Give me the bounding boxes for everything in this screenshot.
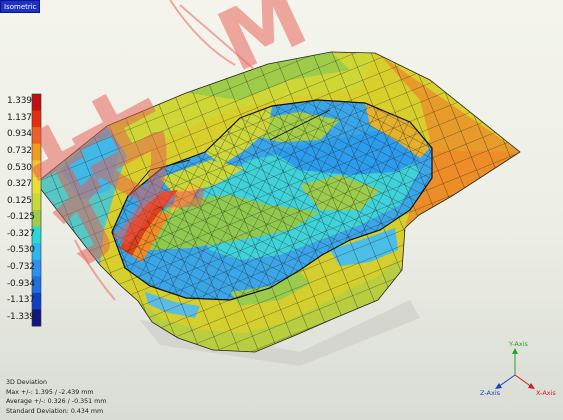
legend-swatch xyxy=(32,243,41,261)
legend-swatch xyxy=(32,160,41,178)
view-tab-isometric[interactable]: Isometric xyxy=(0,0,40,13)
z-axis-label: Z-Axis xyxy=(480,389,501,397)
legend-swatch xyxy=(32,127,41,145)
axis-triad xyxy=(495,348,535,389)
3d-viewport[interactable] xyxy=(0,0,563,420)
y-axis-label: Y-Axis xyxy=(509,340,528,348)
deviation-stats: 3D Deviation Max +/-: 1.395 / -2.439 mm … xyxy=(6,378,106,416)
legend-swatch xyxy=(32,276,41,294)
legend-swatch xyxy=(32,176,41,194)
stats-title: 3D Deviation xyxy=(6,379,47,386)
stats-std: Standard Deviation: 0.434 mm xyxy=(6,407,104,415)
legend-swatch xyxy=(32,226,41,244)
stats-max: Max +/-: 1.395 / -2.439 mm xyxy=(6,388,94,396)
legend-swatch xyxy=(32,292,41,310)
legend-swatch xyxy=(32,143,41,161)
deviation-color-legend xyxy=(31,93,42,327)
x-axis-label: X-Axis xyxy=(536,389,556,397)
legend-swatch xyxy=(32,259,41,277)
legend-swatch xyxy=(32,210,41,228)
legend-swatch xyxy=(32,94,41,112)
legend-swatch xyxy=(32,309,41,327)
stats-average: Average +/-: 0.326 / -0.351 mm xyxy=(6,398,107,406)
legend-swatch xyxy=(32,193,41,211)
legend-swatch xyxy=(32,110,41,128)
